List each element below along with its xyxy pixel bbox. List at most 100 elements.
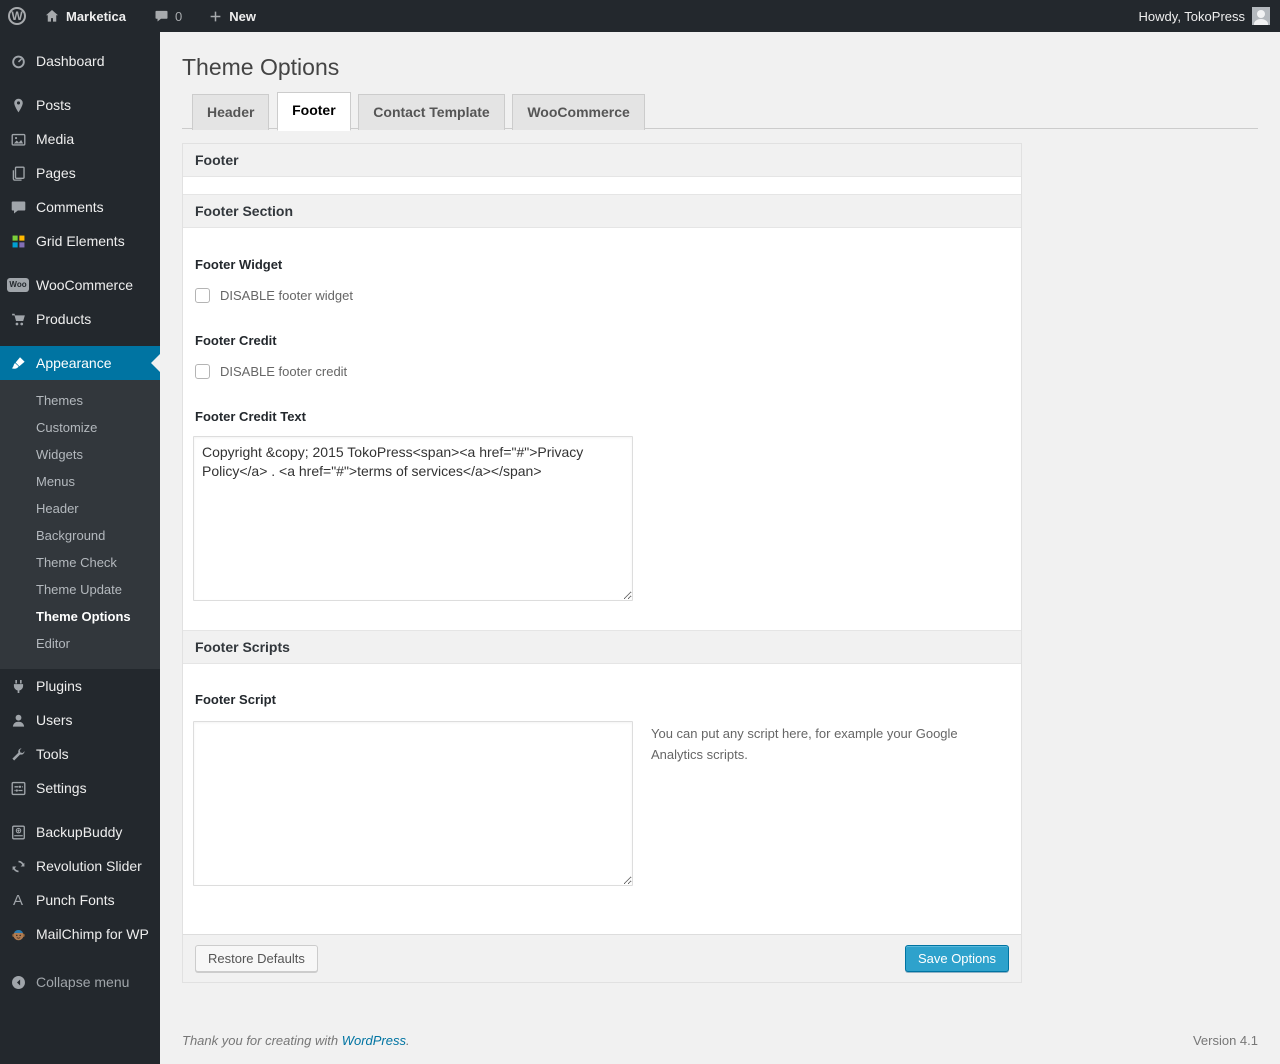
sidebar-item-appearance[interactable]: Appearance — [0, 346, 160, 380]
submenu-item-theme-update[interactable]: Theme Update — [0, 576, 160, 603]
tab-header[interactable]: Header — [192, 94, 270, 130]
sidebar-item-label: Products — [36, 311, 92, 327]
sidebar-item-revolution-slider[interactable]: Revolution Slider — [0, 849, 160, 883]
footer-script-row: You can put any script here, for example… — [183, 708, 1021, 886]
submenu-item-themes[interactable]: Themes — [0, 387, 160, 414]
sidebar-item-label: Dashboard — [36, 53, 105, 69]
refresh-arrows-icon — [8, 856, 28, 876]
comments-shortcut[interactable]: 0 — [145, 0, 191, 32]
collapse-arrow-icon — [8, 972, 28, 992]
panel-spacer — [183, 177, 1021, 194]
sidebar-item-tools[interactable]: Tools — [0, 737, 160, 771]
wrench-icon — [8, 744, 28, 764]
sidebar-item-comments[interactable]: Comments — [0, 190, 160, 224]
plug-icon — [8, 676, 28, 696]
panel-actions-bar: Restore Defaults Save Options — [183, 934, 1021, 982]
restore-defaults-button[interactable]: Restore Defaults — [195, 945, 318, 972]
new-content-button[interactable]: New — [199, 0, 265, 32]
sidebar-item-settings[interactable]: Settings — [0, 771, 160, 805]
sidebar-item-plugins[interactable]: Plugins — [0, 669, 160, 703]
admin-bar-right: Howdy, TokoPress — [1139, 0, 1280, 32]
site-name-label: Marketica — [66, 8, 126, 24]
mailchimp-monkey-icon — [8, 924, 28, 944]
collapse-menu-button[interactable]: Collapse menu — [0, 965, 160, 999]
admin-footer: Thank you for creating with WordPress. V… — [182, 1033, 1258, 1048]
submenu-item-theme-options[interactable]: Theme Options — [0, 603, 160, 630]
brush-icon — [8, 353, 28, 373]
tab-footer[interactable]: Footer — [277, 92, 351, 131]
footer-section-body: Footer Widget DISABLE footer widget Foot… — [183, 257, 1021, 630]
howdy-account-link[interactable]: Howdy, TokoPress — [1139, 9, 1245, 24]
footer-credit-checkbox-label[interactable]: DISABLE footer credit — [220, 364, 347, 379]
page-title: Theme Options — [182, 54, 340, 80]
user-avatar[interactable] — [1252, 7, 1270, 25]
sidebar-item-label: Punch Fonts — [36, 892, 115, 908]
dashboard-icon — [8, 51, 28, 71]
sidebar-item-label: Media — [36, 131, 75, 147]
sidebar-item-pages[interactable]: Pages — [0, 156, 160, 190]
footer-section-bar: Footer Section — [183, 194, 1021, 228]
sidebar-item-media[interactable]: Media — [0, 122, 160, 156]
sidebar-item-grid-elements[interactable]: Grid Elements — [0, 224, 160, 258]
site-name-link[interactable]: Marketica — [35, 0, 135, 32]
footer-scripts-body: Footer Script You can put any script her… — [183, 692, 1021, 934]
wordpress-link[interactable]: WordPress — [342, 1033, 406, 1048]
sidebar-item-woocommerce[interactable]: Woo WooCommerce — [0, 268, 160, 302]
sidebar-item-posts[interactable]: Posts — [0, 88, 160, 122]
footer-widget-checkbox-label[interactable]: DISABLE footer widget — [220, 288, 353, 303]
sidebar-item-mailchimp[interactable]: MailChimp for WP — [0, 917, 160, 951]
theme-options-panel: Footer Footer Section Footer Widget DISA… — [182, 143, 1022, 983]
media-icon — [8, 129, 28, 149]
wordpress-logo-icon: W — [8, 7, 26, 25]
footer-credit-checkbox-row: DISABLE footer credit — [195, 364, 1009, 379]
sidebar-item-label: Revolution Slider — [36, 858, 142, 874]
admin-sidebar: Dashboard Posts Media Pages Comments Gri… — [0, 32, 160, 1064]
sidebar-item-dashboard[interactable]: Dashboard — [0, 44, 160, 78]
cart-icon — [8, 309, 28, 329]
sidebar-item-label: Pages — [36, 165, 76, 181]
footer-credit-text-input[interactable]: Copyright &copy; 2015 TokoPress<span><a … — [193, 436, 633, 601]
sidebar-item-label: Users — [36, 712, 73, 728]
sidebar-item-products[interactable]: Products — [0, 302, 160, 336]
submenu-item-menus[interactable]: Menus — [0, 468, 160, 495]
main-content: Theme Options Header Footer Contact Temp… — [160, 32, 1280, 1064]
footer-thanks-text: Thank you for creating with WordPress. — [182, 1033, 410, 1048]
pages-icon — [8, 163, 28, 183]
sidebar-item-label: Comments — [36, 199, 104, 215]
submenu-item-header[interactable]: Header — [0, 495, 160, 522]
submenu-item-customize[interactable]: Customize — [0, 414, 160, 441]
footer-widget-checkbox-row: DISABLE footer widget — [195, 288, 1009, 303]
group-title-bar: Footer — [183, 144, 1021, 177]
submenu-item-widgets[interactable]: Widgets — [0, 441, 160, 468]
sidebar-item-label: MailChimp for WP — [36, 926, 149, 942]
sliders-icon — [8, 778, 28, 798]
save-options-button[interactable]: Save Options — [904, 945, 1009, 972]
sidebar-item-label: Appearance — [36, 355, 112, 371]
tab-contact-template[interactable]: Contact Template — [358, 94, 505, 130]
wordpress-logo-menu[interactable]: W — [0, 0, 35, 32]
comment-count: 0 — [174, 8, 183, 24]
sidebar-item-label: Plugins — [36, 678, 82, 694]
submenu-item-background[interactable]: Background — [0, 522, 160, 549]
sidebar-item-label: Posts — [36, 97, 72, 113]
footer-credit-label: Footer Credit — [195, 333, 277, 348]
footer-thanks-suffix: . — [406, 1033, 410, 1048]
comment-bubble-icon — [154, 9, 169, 24]
woocommerce-icon: Woo — [7, 275, 29, 295]
sidebar-item-label: Tools — [36, 746, 69, 762]
submenu-item-editor[interactable]: Editor — [0, 630, 160, 657]
tab-bar: Header Footer Contact Template WooCommer… — [182, 92, 1258, 131]
footer-script-label: Footer Script — [195, 692, 276, 707]
footer-script-input[interactable] — [193, 721, 633, 886]
tab-woocommerce[interactable]: WooCommerce — [512, 94, 645, 130]
sidebar-item-label: Grid Elements — [36, 233, 125, 249]
footer-widget-checkbox[interactable] — [195, 288, 210, 303]
backup-drive-icon — [8, 822, 28, 842]
admin-bar: W Marketica 0 New Howdy, TokoPress — [0, 0, 1280, 32]
sidebar-item-backupbuddy[interactable]: BackupBuddy — [0, 815, 160, 849]
pin-icon — [8, 95, 28, 115]
footer-credit-checkbox[interactable] — [195, 364, 210, 379]
submenu-item-theme-check[interactable]: Theme Check — [0, 549, 160, 576]
sidebar-item-users[interactable]: Users — [0, 703, 160, 737]
sidebar-item-punch-fonts[interactable]: A Punch Fonts — [0, 883, 160, 917]
